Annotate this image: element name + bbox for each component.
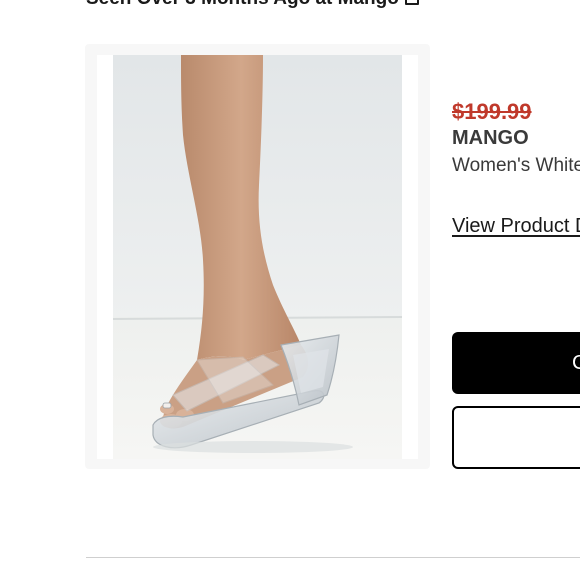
product-image-card [85, 44, 430, 469]
primary-action-label: C [572, 351, 580, 374]
brand-name[interactable]: MANGO [452, 127, 529, 150]
secondary-action-button[interactable] [452, 406, 580, 469]
page-heading: Seen Over 3 Months Ago at Mango [86, 0, 419, 10]
section-divider [86, 557, 580, 558]
original-price: $199.99 [452, 99, 532, 124]
primary-action-button[interactable]: C [452, 332, 580, 394]
product-photo-illustration [113, 55, 402, 459]
product-image-frame [97, 55, 418, 459]
product-image[interactable] [113, 55, 402, 459]
product-page: Seen Over 3 Months Ago at Mango [0, 0, 580, 580]
page-heading-text: Seen Over 3 Months Ago at Mango [86, 0, 399, 10]
product-title: Women's White [452, 155, 580, 176]
view-product-details-link[interactable]: View Product D [452, 215, 580, 238]
external-link-icon[interactable] [404, 0, 419, 5]
